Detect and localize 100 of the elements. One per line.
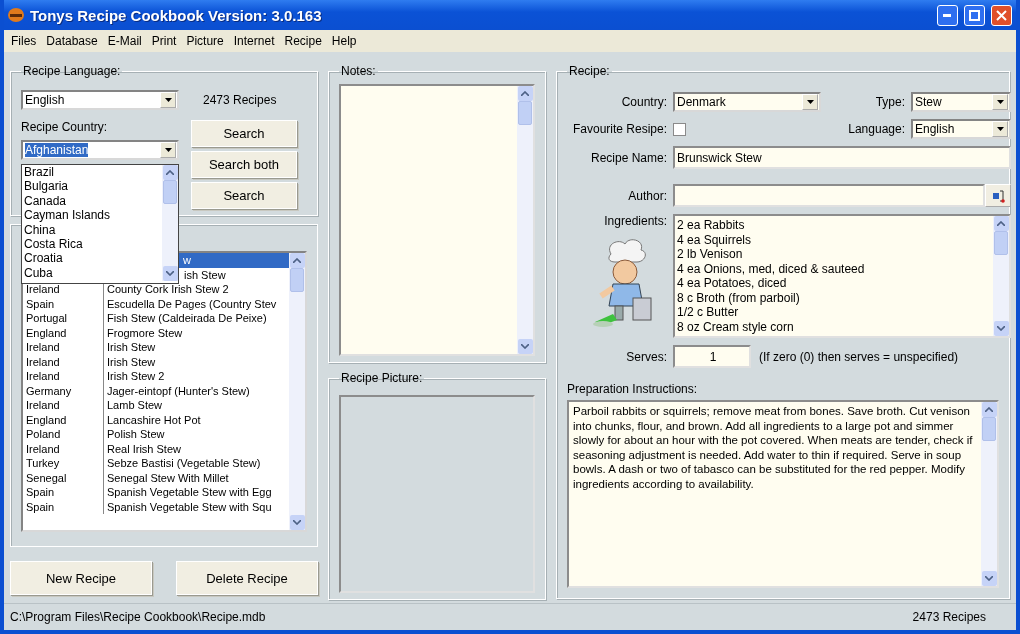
recipe-count: 2473 Recipes — [912, 610, 986, 624]
menu-item[interactable]: Recipe — [279, 34, 327, 48]
dropdown-button[interactable] — [992, 94, 1008, 110]
type-dropdown[interactable]: Stew — [911, 92, 1011, 112]
field-label: Serves: — [625, 349, 667, 364]
country-dropdown[interactable]: Afghanistan — [21, 140, 179, 160]
field-label: Language: — [847, 122, 905, 136]
field-label: Country: — [620, 95, 667, 109]
menu-item[interactable]: Help — [326, 34, 362, 48]
scroll-up-button[interactable] — [517, 86, 533, 101]
dropdown-option[interactable]: Croatia — [24, 251, 162, 266]
caret-icon — [996, 100, 1004, 104]
country-cell-text: Ireland — [25, 282, 61, 297]
dropdown-option[interactable]: Bulgaria — [24, 179, 162, 194]
search-button[interactable]: Search — [191, 120, 297, 147]
scrollbar[interactable] — [981, 402, 997, 586]
scroll-down-button[interactable] — [162, 266, 178, 281]
dropdown-button[interactable] — [802, 94, 818, 110]
chevron-down-icon — [293, 520, 301, 525]
ingredient-line: 4 ea Potatoes, diced — [677, 276, 788, 291]
scrollbar-thumb[interactable] — [982, 417, 996, 441]
scroll-up-button[interactable] — [289, 253, 305, 268]
chevron-down-icon — [166, 271, 174, 276]
scroll-down-button[interactable] — [993, 321, 1009, 336]
country-dropdown[interactable]: Denmark — [673, 92, 821, 112]
country-cell-text: Portugal — [25, 311, 68, 326]
author-button[interactable] — [985, 184, 1011, 207]
menu-item[interactable]: Database — [41, 34, 103, 48]
maximize-button[interactable] — [964, 4, 985, 26]
serves-field[interactable]: 1 — [673, 345, 751, 368]
scrollbar[interactable] — [289, 253, 305, 530]
menu-item[interactable]: Picture — [181, 34, 229, 48]
delete-recipe-button[interactable]: Delete Recipe — [176, 561, 318, 595]
language-dropdown[interactable]: English — [911, 119, 1011, 139]
scrollbar-thumb[interactable] — [290, 268, 304, 292]
country-cell-text: England — [25, 412, 68, 427]
search-button[interactable]: Search — [191, 182, 297, 209]
dropdown-option[interactable]: Canada — [24, 193, 162, 209]
field-label: Preparation Instructions: — [567, 382, 699, 396]
field-label: Ingredients: — [604, 214, 667, 228]
maximize-icon — [969, 9, 980, 21]
scroll-down-button[interactable] — [517, 339, 533, 354]
scroll-up-button[interactable] — [162, 165, 178, 180]
chevron-up-icon — [997, 221, 1005, 226]
file-path: C:\Program Files\Recipe Cookbook\Recipe.mdb — [10, 610, 266, 624]
scrollbar[interactable] — [993, 216, 1009, 336]
close-button[interactable] — [991, 4, 1012, 26]
group-label: Recipe Picture: — [340, 371, 424, 385]
caret-icon — [164, 98, 172, 102]
scrollbar-thumb[interactable] — [163, 180, 177, 204]
chevron-down-icon — [985, 576, 993, 581]
country-cell-text: Senegal — [25, 470, 68, 485]
group-label: Recipe: — [568, 64, 611, 78]
author-field[interactable] — [673, 184, 985, 207]
scroll-down-button[interactable] — [289, 515, 305, 530]
field-label: Type: — [874, 95, 905, 109]
dropdown-option[interactable]: China — [24, 222, 162, 238]
scrollbar-thumb[interactable] — [994, 231, 1008, 255]
dropdown-option[interactable]: Cayman Islands — [24, 208, 162, 223]
chevron-up-icon — [166, 170, 174, 175]
recipe-name-field[interactable]: Brunswick Stew — [673, 146, 1011, 169]
recipe-cell-text: w — [182, 253, 192, 268]
menu-item[interactable]: Print — [146, 34, 182, 48]
contact-icon — [991, 188, 1005, 203]
scrollbar[interactable] — [517, 86, 533, 354]
dropdown-button[interactable] — [160, 142, 176, 158]
scroll-down-button[interactable] — [981, 571, 997, 586]
caret-icon — [806, 100, 814, 104]
dropdown-button[interactable] — [160, 92, 176, 108]
notes-field[interactable] — [339, 84, 535, 356]
ingredients-field[interactable]: 2 ea Rabbits 4 ea Squirrels 2 lb Venison 4 ea Onions, med, diced & sauteed 4 ea Potatoes, diced 8 c Broth (from parboil) 1/2 c Butter 8 oz Cream style corn — [673, 214, 1011, 338]
dropdown-list[interactable]: Brazil Bulgaria Canada Cayman Islands China Costa Rica Croatia Cuba — [21, 164, 179, 284]
dropdown-button[interactable] — [992, 121, 1008, 137]
dropdown-option[interactable]: Brazil — [24, 165, 162, 180]
field-label: Recipe Name: — [589, 150, 667, 165]
scrollbar-thumb[interactable] — [518, 101, 532, 125]
chevron-down-icon — [997, 326, 1005, 331]
menu-item[interactable]: Files — [6, 34, 42, 48]
country-cell-text: Germany — [25, 383, 73, 398]
chevron-up-icon — [985, 407, 993, 412]
dropdown-option[interactable]: Costa Rica — [24, 237, 162, 252]
instructions-field[interactable] — [567, 400, 999, 588]
language-dropdown[interactable]: English — [21, 90, 179, 110]
favourite-checkbox[interactable] — [673, 122, 686, 136]
scroll-up-button[interactable] — [981, 402, 997, 417]
menu-item[interactable]: E-Mail — [102, 34, 147, 48]
field-label: Author: — [627, 188, 667, 203]
scroll-up-button[interactable] — [993, 216, 1009, 231]
serves-hint: (If zero (0) then serves = unspecified) — [759, 349, 959, 364]
recipe-list[interactable] — [21, 251, 307, 532]
new-recipe-button[interactable]: New Recipe — [10, 561, 152, 595]
search-button[interactable]: Search both — [191, 151, 297, 178]
chevron-down-icon — [521, 344, 529, 349]
country-cell-text: Spain — [25, 499, 56, 514]
field-label: Favourite Resipe: — [571, 122, 667, 136]
minimize-button[interactable] — [937, 4, 958, 26]
menu-item[interactable]: Internet — [228, 34, 280, 48]
country-cell-text: Poland — [25, 427, 62, 442]
country-cell-text: Ireland — [25, 369, 61, 384]
scrollbar[interactable] — [162, 165, 178, 281]
